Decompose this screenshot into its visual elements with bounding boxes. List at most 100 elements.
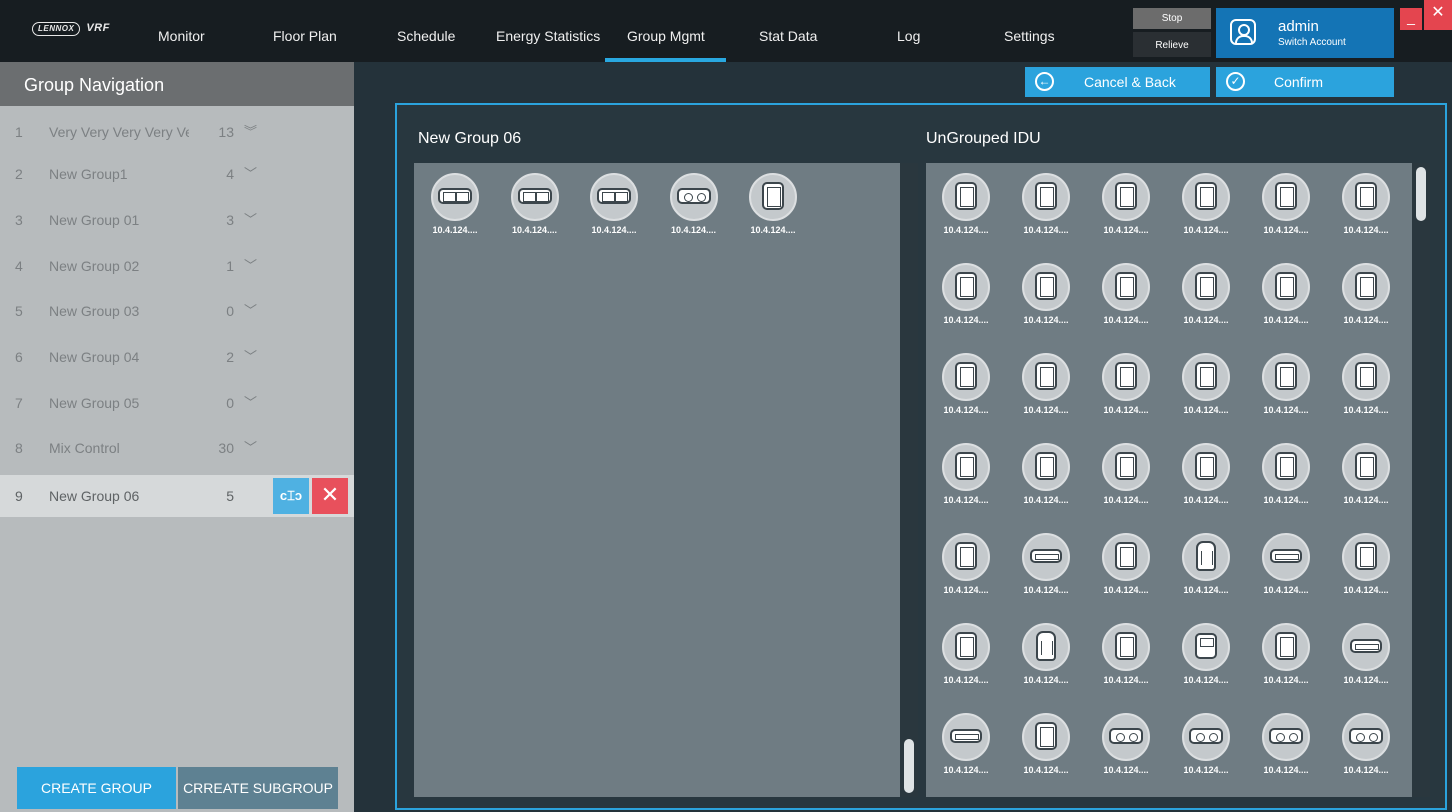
device-tile[interactable]: 10.4.124....: [1331, 619, 1401, 689]
device-tile[interactable]: 10.4.124....: [1251, 709, 1321, 779]
user-account-panel[interactable]: admin Switch Account: [1216, 8, 1394, 58]
device-tile[interactable]: 10.4.124....: [659, 169, 729, 239]
device-tile[interactable]: 10.4.124....: [931, 349, 1001, 419]
device-tile[interactable]: 10.4.124....: [1331, 259, 1401, 329]
group-row[interactable]: 7 New Group 05 0 ﹀: [0, 382, 354, 424]
switch-account-link[interactable]: Switch Account: [1278, 37, 1346, 48]
device-tile[interactable]: 10.4.124....: [1331, 709, 1401, 779]
group-number: 3: [15, 212, 23, 228]
device-tile[interactable]: 10.4.124....: [931, 709, 1001, 779]
group-row[interactable]: 3 New Group 01 3 ﹀: [0, 199, 354, 241]
device-tile[interactable]: 10.4.124....: [1331, 349, 1401, 419]
device-tile[interactable]: 10.4.124....: [1171, 439, 1241, 509]
group-count: 0: [226, 395, 234, 411]
device-tile[interactable]: 10.4.124....: [1091, 619, 1161, 689]
nav-log[interactable]: Log: [897, 28, 920, 44]
stop-alarm-button[interactable]: Stop: [1133, 8, 1211, 29]
device-tile[interactable]: 10.4.124....: [1171, 169, 1241, 239]
device-tile[interactable]: 10.4.124....: [1091, 529, 1161, 599]
scroll-thumb[interactable]: [904, 739, 914, 793]
minimize-button[interactable]: _: [1400, 8, 1422, 30]
group-name: New Group 01: [49, 212, 140, 228]
group-row[interactable]: 2 New Group1 4 ﹀: [0, 153, 354, 195]
device-tile[interactable]: 10.4.124....: [931, 439, 1001, 509]
ungrouped-scrollbar[interactable]: [1412, 163, 1430, 797]
chevron-down-icon[interactable]: ﹀: [244, 392, 257, 411]
device-tile[interactable]: 10.4.124....: [1011, 709, 1081, 779]
device-tile[interactable]: 10.4.124....: [931, 169, 1001, 239]
device-tile[interactable]: 10.4.124....: [1171, 529, 1241, 599]
chevron-down-icon[interactable]: ﹀: [244, 437, 257, 456]
chevron-down-icon[interactable]: ﹀: [244, 346, 257, 365]
nav-floor-plan[interactable]: Floor Plan: [273, 28, 337, 44]
device-tile[interactable]: 10.4.124....: [1011, 169, 1081, 239]
device-ip-label: 10.4.124....: [1263, 405, 1309, 415]
nav-schedule[interactable]: Schedule: [397, 28, 455, 44]
device-tile[interactable]: 10.4.124....: [500, 169, 570, 239]
device-tile[interactable]: 10.4.124....: [1011, 259, 1081, 329]
device-tile[interactable]: 10.4.124....: [579, 169, 649, 239]
device-tile[interactable]: 10.4.124....: [1251, 439, 1321, 509]
device-tile[interactable]: 10.4.124....: [1331, 169, 1401, 239]
user-name: admin: [1278, 18, 1319, 35]
nav-energy-statistics[interactable]: Energy Statistics: [496, 28, 600, 44]
group-row[interactable]: 8 Mix Control 30 ﹀: [0, 427, 354, 469]
device-tile[interactable]: 10.4.124....: [1331, 529, 1401, 599]
device-tile[interactable]: 10.4.124....: [1011, 529, 1081, 599]
relieve-alarm-button[interactable]: Relieve: [1133, 32, 1211, 57]
device-tile[interactable]: 10.4.124....: [1251, 529, 1321, 599]
group-row[interactable]: 4 New Group 02 1 ﹀: [0, 245, 354, 287]
chevron-down-icon[interactable]: ﹀: [244, 209, 257, 228]
close-window-button[interactable]: ✕: [1424, 0, 1452, 30]
device-tile[interactable]: 10.4.124....: [1091, 709, 1161, 779]
device-tile[interactable]: 10.4.124....: [1011, 439, 1081, 509]
device-tile[interactable]: 10.4.124....: [1171, 619, 1241, 689]
group-scrollbar[interactable]: [900, 163, 918, 797]
chevron-down-icon[interactable]: ﹀: [244, 163, 257, 182]
cassette-icon: [1355, 182, 1377, 210]
ungrouped-device-list[interactable]: 10.4.124.... 10.4.124.... 10.4.124.... 10.4…: [926, 163, 1412, 797]
confirm-button[interactable]: ✓ Confirm: [1216, 67, 1394, 97]
nav-monitor[interactable]: Monitor: [158, 28, 205, 44]
group-row-selected[interactable]: 9 New Group 06 5 c⌶ɔ ✕: [0, 475, 354, 517]
group-row[interactable]: 6 New Group 04 2 ﹀: [0, 336, 354, 378]
device-tile[interactable]: 10.4.124....: [1251, 619, 1321, 689]
create-subgroup-button[interactable]: CRREATE SUBGROUP: [178, 767, 338, 809]
device-tile[interactable]: 10.4.124....: [1091, 259, 1161, 329]
device-tile[interactable]: 10.4.124....: [1171, 709, 1241, 779]
double-chevron-down-icon[interactable]: ︾: [244, 121, 257, 140]
device-tile[interactable]: 10.4.124....: [1011, 619, 1081, 689]
chevron-down-icon[interactable]: ﹀: [244, 255, 257, 274]
group-device-list[interactable]: 10.4.124.... 10.4.124.... 10.4.124.... 10.4…: [414, 163, 900, 797]
nav-settings[interactable]: Settings: [1004, 28, 1055, 44]
device-tile[interactable]: 10.4.124....: [931, 259, 1001, 329]
device-tile[interactable]: 10.4.124....: [931, 619, 1001, 689]
nav-group-mgmt[interactable]: Group Mgmt: [627, 28, 705, 44]
device-tile[interactable]: 10.4.124....: [1091, 169, 1161, 239]
chevron-down-icon[interactable]: ﹀: [244, 300, 257, 319]
create-group-button[interactable]: CREATE GROUP: [17, 767, 176, 809]
device-tile[interactable]: 10.4.124....: [1331, 439, 1401, 509]
group-row[interactable]: 1 Very Very Very Very Ve 13 ︾: [0, 111, 354, 153]
sidebar-title: Group Navigation: [0, 62, 354, 106]
rename-icon[interactable]: c⌶ɔ: [273, 478, 309, 514]
scroll-thumb[interactable]: [1416, 167, 1426, 221]
cassette-icon: [1035, 722, 1057, 750]
device-tile[interactable]: 10.4.124....: [1171, 349, 1241, 419]
device-tile[interactable]: 10.4.124....: [420, 169, 490, 239]
nav-stat-data[interactable]: Stat Data: [759, 28, 817, 44]
cassette-icon: [762, 182, 784, 210]
device-tile[interactable]: 10.4.124....: [1171, 259, 1241, 329]
device-tile[interactable]: 10.4.124....: [1091, 439, 1161, 509]
device-ip-label: 10.4.124....: [1263, 765, 1309, 775]
group-row[interactable]: 5 New Group 03 0 ﹀: [0, 290, 354, 332]
close-icon[interactable]: ✕: [312, 478, 348, 514]
device-tile[interactable]: 10.4.124....: [1011, 349, 1081, 419]
device-tile[interactable]: 10.4.124....: [738, 169, 808, 239]
device-tile[interactable]: 10.4.124....: [1251, 259, 1321, 329]
device-tile[interactable]: 10.4.124....: [1251, 349, 1321, 419]
device-tile[interactable]: 10.4.124....: [931, 529, 1001, 599]
cancel-back-button[interactable]: ← Cancel & Back: [1025, 67, 1210, 97]
device-tile[interactable]: 10.4.124....: [1091, 349, 1161, 419]
device-tile[interactable]: 10.4.124....: [1251, 169, 1321, 239]
